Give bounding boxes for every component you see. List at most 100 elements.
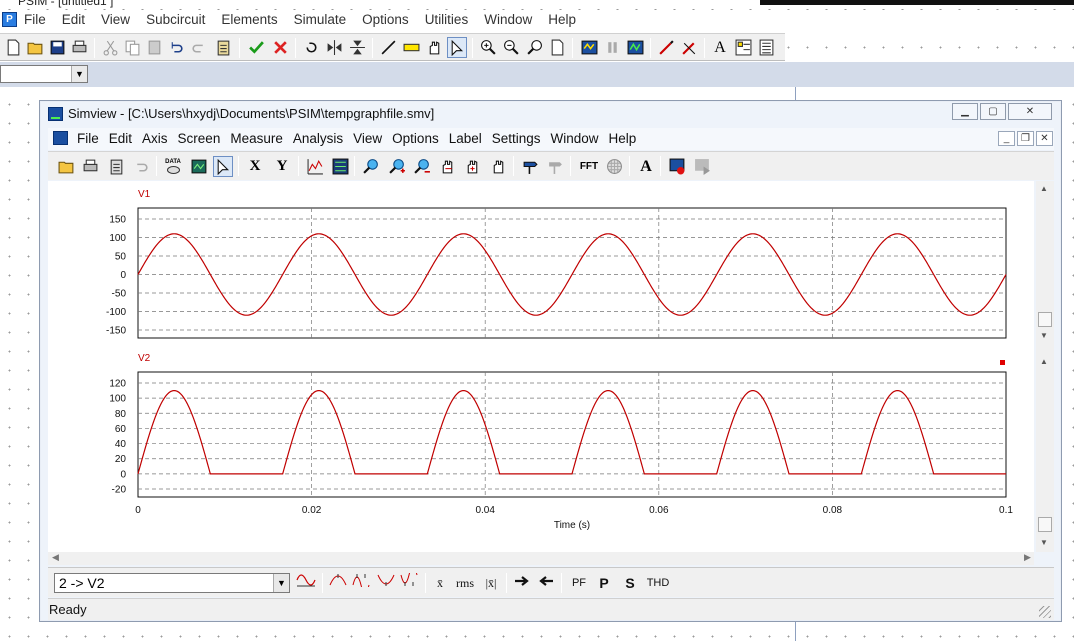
new-file-icon[interactable]	[3, 37, 23, 58]
mdi-minimize-button[interactable]: _	[998, 131, 1015, 146]
cut-icon[interactable]	[100, 37, 120, 58]
simview-menu-screen[interactable]: Screen	[178, 131, 231, 146]
undo-icon[interactable]	[166, 37, 186, 58]
check-icon[interactable]	[246, 37, 266, 58]
menu-utilities[interactable]: Utilities	[425, 12, 477, 27]
abs-average-button[interactable]: |x̄|	[480, 573, 502, 594]
average-button[interactable]: x̄	[431, 573, 449, 594]
open-folder-icon[interactable]	[25, 37, 45, 58]
arrow-left-icon[interactable]	[536, 573, 556, 594]
select-arrow-icon[interactable]	[213, 156, 233, 177]
menu-view[interactable]: View	[101, 12, 138, 27]
undo-icon[interactable]	[131, 156, 151, 177]
print-icon[interactable]	[80, 156, 100, 177]
clipboard-icon[interactable]	[213, 37, 233, 58]
text-label-button[interactable]: A	[636, 156, 656, 177]
play-disabled-icon[interactable]	[692, 156, 712, 177]
copy-icon[interactable]	[122, 37, 142, 58]
menu-options[interactable]: Options	[362, 12, 417, 27]
probe-remove-icon[interactable]	[679, 37, 699, 58]
scope-icon[interactable]	[625, 37, 645, 58]
rotate-icon[interactable]	[301, 37, 321, 58]
thd-button[interactable]: THD	[645, 573, 671, 594]
scroll-down-icon[interactable]: ▼	[1040, 331, 1048, 340]
paste-icon[interactable]	[144, 37, 164, 58]
waveform-chart[interactable]: V1150100500-50-100-150V2120100806040200-…	[48, 181, 1034, 552]
text-tool-icon[interactable]: A	[710, 37, 730, 58]
horizontal-scrollbar[interactable]: ◀ ▶	[48, 552, 1034, 565]
apparent-power-button[interactable]: S	[620, 573, 640, 594]
grid-sphere-icon[interactable]	[604, 156, 624, 177]
simview-menu-file[interactable]: File	[77, 131, 109, 146]
netlist-icon[interactable]	[756, 37, 776, 58]
data-icon[interactable]: DATA	[163, 156, 183, 177]
label-icon[interactable]	[401, 37, 421, 58]
fft-button[interactable]: FFT	[576, 156, 602, 177]
measure-disabled-icon[interactable]	[545, 156, 565, 177]
simview-doc-icon[interactable]	[53, 131, 68, 145]
redo-icon[interactable]	[188, 37, 208, 58]
simview-menu-settings[interactable]: Settings	[492, 131, 551, 146]
simview-menu-options[interactable]: Options	[392, 131, 449, 146]
pan-hand-icon[interactable]	[488, 156, 508, 177]
zoom-in-icon[interactable]	[478, 37, 498, 58]
mdi-restore-button[interactable]: ❐	[1017, 131, 1034, 146]
zoom-in-icon[interactable]	[387, 156, 407, 177]
psim-app-icon[interactable]: P	[2, 12, 17, 27]
scroll-down-icon[interactable]: ▼	[1040, 538, 1048, 547]
rms-button[interactable]: rms	[452, 573, 478, 594]
zoom-icon[interactable]	[361, 156, 381, 177]
maximize-button[interactable]: ▢	[980, 103, 1006, 120]
min-marker-icon[interactable]	[375, 573, 397, 594]
zoom-out-icon[interactable]	[412, 156, 432, 177]
menu-edit[interactable]: Edit	[62, 12, 93, 27]
flip-horizontal-icon[interactable]	[324, 37, 344, 58]
zoom-fit-icon[interactable]	[524, 37, 544, 58]
pan-hand-plus-icon[interactable]	[462, 156, 482, 177]
simview-menu-window[interactable]: Window	[551, 131, 609, 146]
simview-menu-label[interactable]: Label	[449, 131, 492, 146]
close-button[interactable]: ✕	[1008, 103, 1052, 120]
real-power-button[interactable]: P	[594, 573, 614, 594]
menu-window[interactable]: Window	[484, 12, 540, 27]
simview-menu-edit[interactable]: Edit	[109, 131, 142, 146]
simview-menu-analysis[interactable]: Analysis	[293, 131, 353, 146]
zoom-out-icon[interactable]	[501, 37, 521, 58]
measure-icon[interactable]	[520, 156, 540, 177]
arrow-right-icon[interactable]	[512, 573, 532, 594]
scroll-right-icon[interactable]: ▶	[1024, 552, 1031, 563]
scroll-up-icon[interactable]: ▲	[1040, 184, 1048, 193]
select-arrow-icon[interactable]	[447, 37, 467, 58]
pan-hand-icon[interactable]	[424, 37, 444, 58]
next-min-icon[interactable]	[399, 566, 421, 594]
open-folder-icon[interactable]	[56, 156, 76, 177]
pan-hand-red-icon[interactable]	[437, 156, 457, 177]
menu-file[interactable]: File	[24, 12, 54, 27]
print-icon[interactable]	[69, 37, 89, 58]
menu-subcircuit[interactable]: Subcircuit	[146, 12, 213, 27]
scroll-thumb-upper[interactable]	[1038, 312, 1052, 327]
screen-layout-icon[interactable]	[330, 156, 350, 177]
simview-run-icon[interactable]	[579, 37, 599, 58]
resize-grip-icon[interactable]	[1039, 606, 1051, 618]
next-max-icon[interactable]	[351, 573, 373, 594]
scroll-up-icon[interactable]: ▲	[1040, 357, 1048, 366]
psim-element-combo[interactable]: ▼	[0, 65, 88, 83]
simview-menu-axis[interactable]: Axis	[142, 131, 178, 146]
scroll-left-icon[interactable]: ◀	[52, 552, 59, 563]
clipboard-icon[interactable]	[106, 156, 126, 177]
power-factor-button[interactable]: PF	[567, 573, 591, 594]
element-list-icon[interactable]	[733, 37, 753, 58]
curve-select[interactable]: 2 -> V2 ▼	[54, 573, 290, 593]
chevron-down-icon[interactable]: ▼	[273, 574, 289, 592]
mdi-close-button[interactable]: ✕	[1036, 131, 1053, 146]
sine-wave-icon[interactable]	[294, 573, 318, 594]
simview-menu-measure[interactable]: Measure	[230, 131, 293, 146]
menu-simulate[interactable]: Simulate	[294, 12, 355, 27]
minimize-button[interactable]: ▁	[952, 103, 978, 120]
simview-app-icon[interactable]	[48, 107, 63, 121]
flip-vertical-icon[interactable]	[347, 37, 367, 58]
max-marker-icon[interactable]	[327, 573, 349, 594]
record-icon[interactable]	[667, 156, 687, 177]
simview-menu-help[interactable]: Help	[609, 131, 647, 146]
